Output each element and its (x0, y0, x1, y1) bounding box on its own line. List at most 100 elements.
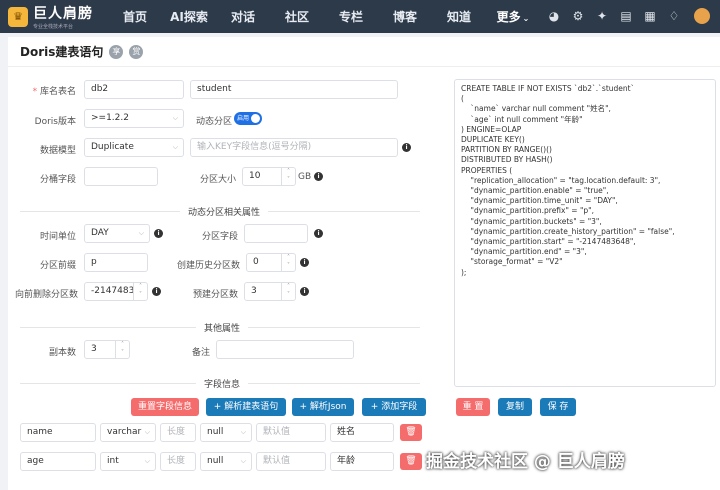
db-table-label: * 库名表名 (24, 84, 76, 97)
watermark: 掘金技术社区 @ 巨人肩膀 (426, 452, 625, 472)
comment-input[interactable] (216, 340, 354, 359)
reset-sql-button[interactable]: 重 置 (456, 398, 490, 416)
robot-icon[interactable]: ⚙ (570, 8, 586, 24)
stepper-arrows[interactable]: ˄ ˅ (115, 341, 129, 358)
field-type-value: int (107, 456, 119, 466)
field-comment-input[interactable]: 年龄 (330, 452, 394, 471)
field-length-input[interactable]: 长度 (160, 423, 196, 442)
history-partition-stepper[interactable]: 0 ˄ ˅ (246, 253, 296, 272)
top-navbar: ♛ 巨人肩膀 专业全栈技术平台 首页 AI探索 对话 社区 专栏 博客 知道 更… (0, 0, 720, 33)
fields-section-title: 字段信息 (196, 377, 249, 390)
info-icon[interactable]: i (154, 229, 163, 238)
model-select-value: Duplicate (91, 142, 134, 152)
nav-community[interactable]: 社区 (270, 8, 324, 25)
partition-field-input[interactable] (244, 224, 308, 243)
field-comment-input[interactable]: 姓名 (330, 423, 394, 442)
field-type-select[interactable]: int ⌵ (100, 452, 156, 471)
field-default-input[interactable]: 默认值 (256, 423, 326, 442)
bucket-input[interactable] (84, 167, 158, 186)
info-icon[interactable]: i (300, 287, 309, 296)
avatar[interactable] (694, 8, 710, 24)
replica-value: 3 (91, 344, 97, 354)
save-sql-button[interactable]: 保 存 (540, 398, 576, 416)
partition-size-stepper[interactable]: 10 ˄ ˅ (242, 167, 296, 186)
nav-knowledge[interactable]: 知道 (432, 8, 486, 25)
dashboard-icon[interactable]: ◕ (546, 8, 562, 24)
reset-fields-button[interactable]: 重置字段信息 (131, 398, 199, 416)
start-stepper[interactable]: -2147483 ˄ ˅ (84, 282, 148, 301)
chevron-down-icon: ⌵ (144, 457, 150, 465)
parse-json-button[interactable]: + 解析Json (292, 398, 354, 416)
db-name-input[interactable]: db2 (84, 80, 184, 99)
model-select[interactable]: Duplicate ⌵ (84, 138, 184, 157)
magic-wand-icon[interactable]: ✦ (594, 8, 610, 24)
stepper-arrows[interactable]: ˄ ˅ (281, 254, 295, 271)
replica-stepper[interactable]: 3 ˄ ˅ (84, 340, 130, 359)
info-icon[interactable]: i (314, 172, 323, 181)
main-panel: Doris建表语句 享 赏 * 库名表名 db2 student Doris版本… (8, 37, 720, 490)
document-icon[interactable]: ▤ (618, 8, 634, 24)
parse-sql-button[interactable]: + 解析建表语句 (206, 398, 286, 416)
field-type-select[interactable]: varchar ⌵ (100, 423, 156, 442)
toolbar-icons: ◕ ⚙ ✦ ▤ ▦ ♢ (546, 8, 710, 24)
info-icon[interactable]: i (152, 287, 161, 296)
chevron-down-icon: ⌵ (138, 229, 144, 237)
bell-icon[interactable]: ♢ (666, 8, 682, 24)
nav-chat[interactable]: 对话 (216, 8, 270, 25)
nav-column[interactable]: 专栏 (324, 8, 378, 25)
time-unit-value: DAY (91, 228, 109, 238)
dynamic-partition-toggle[interactable]: 启用 (234, 112, 262, 125)
copy-sql-button[interactable]: 复制 (498, 398, 532, 416)
nav-more[interactable]: 更多 ⌄ (486, 8, 540, 25)
chevron-down-icon: ⌵ (172, 114, 178, 122)
field-null-value: null (207, 427, 224, 437)
sql-output-textarea[interactable]: CREATE TABLE IF NOT EXISTS `db2`.`studen… (454, 79, 716, 387)
required-mark: * (32, 87, 40, 97)
field-null-select[interactable]: null ⌵ (200, 452, 252, 471)
stepper-arrows[interactable]: ˄ ˅ (281, 168, 295, 185)
info-icon[interactable]: i (314, 229, 323, 238)
logo-text: 巨人肩膀 (33, 6, 93, 22)
field-length-input[interactable]: 长度 (160, 452, 196, 471)
partition-size-value: 10 (249, 171, 261, 181)
chevron-down-icon: ⌵ (240, 457, 246, 465)
time-unit-select[interactable]: DAY ⌵ (84, 224, 150, 243)
prefix-input[interactable]: p (84, 253, 148, 272)
start-value: -2147483 (91, 286, 135, 296)
field-name-input[interactable]: name (20, 423, 96, 442)
reward-button[interactable]: 赏 (129, 44, 144, 59)
end-label: 预建分区数 (192, 290, 238, 300)
nav-blog[interactable]: 博客 (378, 8, 432, 25)
nav-home[interactable]: 首页 (108, 8, 162, 25)
db-table-label-text: 库名表名 (39, 87, 76, 97)
delete-field-button[interactable]: 🗑 (400, 453, 422, 470)
version-select[interactable]: >=1.2.2 ⌵ (84, 109, 184, 128)
field-name-input[interactable]: age (20, 452, 96, 471)
key-fields-input[interactable]: 输入KEY字段信息(逗号分隔) (190, 138, 398, 157)
table-name-input[interactable]: student (190, 80, 398, 99)
field-default-input[interactable]: 默认值 (256, 452, 326, 471)
end-stepper[interactable]: 3 ˄ ˅ (244, 282, 296, 301)
chevron-down-icon: ⌵ (240, 428, 246, 436)
version-select-value: >=1.2.2 (91, 113, 129, 123)
replica-label: 副本数 (48, 348, 76, 358)
field-null-value: null (207, 456, 224, 466)
partition-size-unit: GB (298, 172, 312, 182)
info-icon[interactable]: i (300, 258, 309, 267)
partition-field-label: 分区字段 (201, 232, 238, 242)
end-value: 3 (251, 286, 257, 296)
stepper-arrows[interactable]: ˄ ˅ (133, 283, 147, 300)
stepper-arrows[interactable]: ˄ ˅ (281, 283, 295, 300)
model-label: 数据模型 (39, 146, 76, 156)
field-type-value: varchar (107, 427, 142, 437)
calendar-icon[interactable]: ▦ (642, 8, 658, 24)
trash-icon: 🗑 (405, 456, 417, 466)
info-icon[interactable]: i (402, 143, 411, 152)
share-button[interactable]: 享 (109, 44, 124, 59)
site-logo[interactable]: ♛ 巨人肩膀 专业全栈技术平台 (8, 3, 98, 30)
add-field-button[interactable]: + 添加字段 (362, 398, 426, 416)
delete-field-button[interactable]: 🗑 (400, 424, 422, 441)
nav-ai[interactable]: AI探索 (162, 8, 216, 25)
field-null-select[interactable]: null ⌵ (200, 423, 252, 442)
bucket-label: 分桶字段 (39, 175, 76, 185)
